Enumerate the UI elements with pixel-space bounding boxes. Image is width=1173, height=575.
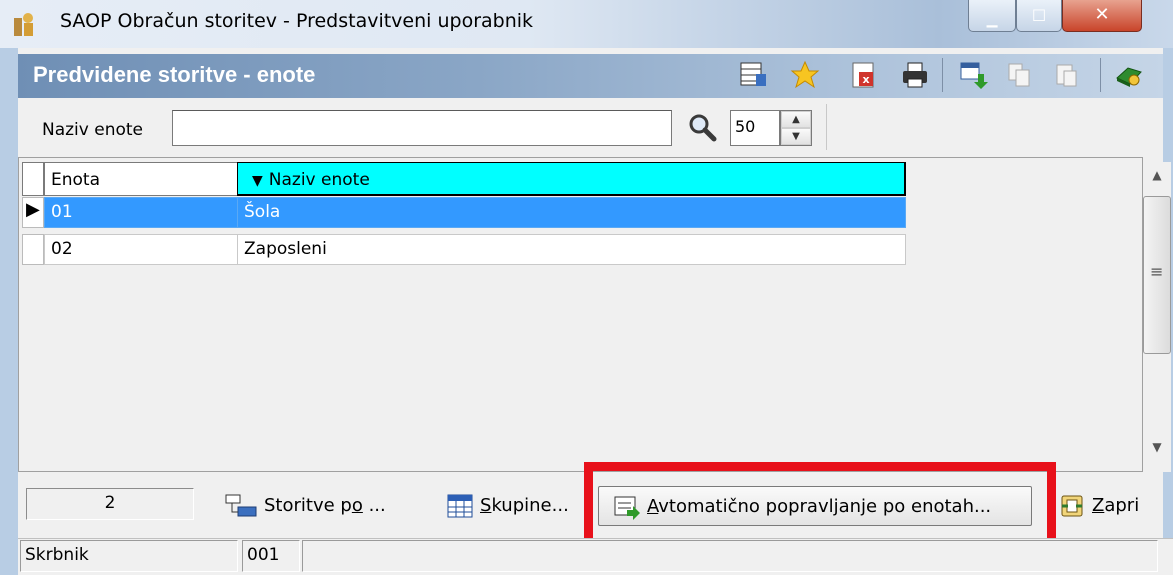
filter-label: Naziv enote [42, 120, 144, 140]
zapri-accel: Z [1092, 495, 1105, 516]
table-cell-naziv[interactable]: Zaposleni [237, 234, 906, 265]
search-icon[interactable] [686, 112, 718, 144]
column-header-naziv-enote[interactable]: ▼ Naziv enote [237, 162, 906, 196]
table-cell-enota[interactable]: 01 [44, 197, 238, 228]
maximize-button[interactable]: ☐ [1016, 0, 1062, 32]
storitve-pre: Storitve p [264, 495, 352, 516]
toolbar-separator [942, 58, 943, 92]
table-cell-naziv[interactable]: Šola [237, 197, 906, 228]
filter-separator [826, 104, 827, 150]
zapri-button[interactable]: Zapri [1058, 486, 1139, 526]
calendar-download-icon[interactable] [958, 60, 988, 90]
panel-title: Predvidene storitve - enote [33, 62, 316, 87]
sort-descending-icon: ▼ [252, 173, 263, 189]
spinner-down-icon[interactable]: ▼ [781, 128, 811, 145]
minimize-button[interactable]: ▁ [968, 0, 1016, 32]
naziv-enote-search-input[interactable] [172, 110, 672, 146]
copy-icon[interactable] [1005, 60, 1035, 90]
groups-table-icon [447, 494, 473, 518]
export-excel-icon[interactable]: x [848, 60, 878, 90]
column-header-enota[interactable]: Enota [44, 162, 238, 196]
scroll-up-icon[interactable]: ▲ [1143, 168, 1171, 192]
svg-text:x: x [862, 73, 869, 86]
storitve-post: ... [362, 495, 386, 516]
current-row-arrow-icon: ▶ [26, 199, 40, 220]
scroll-down-icon[interactable]: ▼ [1143, 440, 1171, 464]
status-user: Skrbnik [20, 540, 238, 572]
skupine-button[interactable]: Skupine... [446, 486, 569, 526]
status-code: 001 [242, 540, 300, 572]
current-row-indicator: ▶ [22, 197, 44, 228]
spinner-up-icon[interactable]: ▲ [781, 111, 811, 128]
paste-icon[interactable] [1052, 60, 1082, 90]
skupine-accel: S [480, 495, 492, 516]
storitve-accel: o [351, 495, 363, 516]
table-cell-enota[interactable]: 02 [44, 234, 238, 265]
row-indicator [22, 234, 44, 265]
scrollbar-grip-icon: ≡ [1150, 262, 1164, 281]
zapri-post: apri [1104, 495, 1140, 516]
window-frame-left [0, 48, 18, 575]
favorite-star-icon[interactable] [790, 60, 820, 90]
row-indicator-header [22, 162, 44, 196]
grid-settings-icon[interactable] [738, 60, 768, 90]
toolbar-separator [1100, 58, 1101, 92]
row-limit-input[interactable]: 50 [730, 110, 780, 146]
print-icon[interactable] [900, 60, 930, 90]
window-title: SAOP Obračun storitev - Predstavitveni u… [60, 10, 534, 32]
skupine-post: kupine... [491, 495, 569, 516]
close-button[interactable]: ✕ [1062, 0, 1142, 32]
row-limit-spinner[interactable]: ▲ ▼ [780, 110, 812, 146]
status-empty-panel [302, 540, 1158, 572]
app-icon [14, 13, 33, 36]
storitve-tree-icon [225, 494, 257, 517]
storitve-po-button[interactable]: Storitve po ... [224, 486, 386, 526]
record-count: 2 [26, 488, 194, 520]
column-header-naziv-label: Naziv enote [268, 170, 370, 190]
close-book-icon [1061, 495, 1083, 517]
exit-book-icon[interactable] [1114, 60, 1144, 90]
